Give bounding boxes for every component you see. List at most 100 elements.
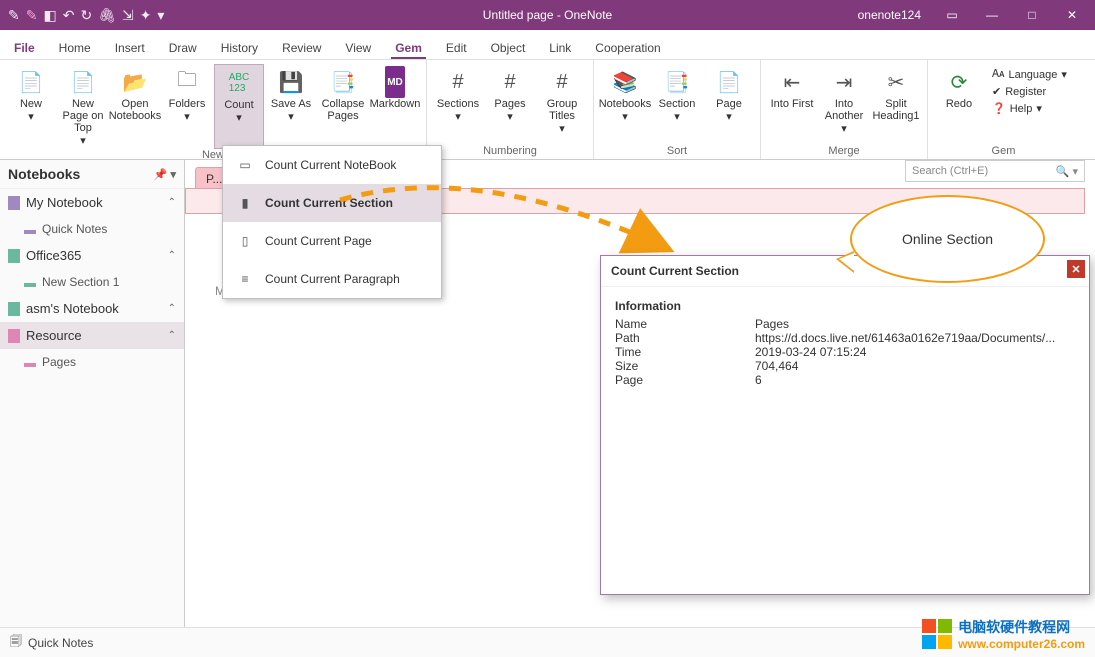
watermark-line2: www.computer26.com xyxy=(958,637,1085,651)
search-input[interactable]: Search (Ctrl+E) 🔍 ▾ xyxy=(905,160,1085,182)
count-paragraph-item[interactable]: ≡Count Current Paragraph xyxy=(223,260,441,298)
dialog-row: Size704,464 xyxy=(615,359,1075,373)
quick-notes-label[interactable]: Quick Notes xyxy=(28,636,93,650)
sort-page-button[interactable]: 📄Page▾ xyxy=(704,64,754,125)
group-titles-button[interactable]: #Group Titles▾ xyxy=(537,64,587,137)
ribbon-group-merge: ⇤Into First ⇥Into Another▾ ✂Split Headin… xyxy=(761,60,928,159)
tab-view[interactable]: View xyxy=(341,35,375,59)
dialog-row: Page6 xyxy=(615,373,1075,387)
into-another-button[interactable]: ⇥Into Another▾ xyxy=(819,64,869,137)
tab-gem[interactable]: Gem xyxy=(391,35,426,59)
page-icon: ▯ xyxy=(237,234,253,248)
ribbon-display-icon[interactable]: ▭ xyxy=(937,8,967,22)
split-heading1-button[interactable]: ✂Split Heading1 xyxy=(871,64,921,137)
open-notebooks-button[interactable]: 📂Open Notebooks xyxy=(110,64,160,149)
count-button[interactable]: ABC123Count▾ xyxy=(214,64,264,149)
count-notebook-item[interactable]: ▭Count Current NoteBook xyxy=(223,146,441,184)
notebook-item[interactable]: Pages xyxy=(0,349,184,375)
tab-insert[interactable]: Insert xyxy=(111,35,149,59)
chevron-up-icon[interactable]: ⌃ xyxy=(168,197,176,208)
title-bar: ✎ ✎ ◧ ↶ ↻ 🖇 ⇲ ✦ ▾ Untitled page - OneNot… xyxy=(0,0,1095,30)
new-button[interactable]: 📄New▾ xyxy=(6,64,56,149)
pin-icon[interactable]: 📌 ▾ xyxy=(154,168,176,181)
tab-link[interactable]: Link xyxy=(545,35,575,59)
collapse-pages-button[interactable]: 📑Collapse Pages xyxy=(318,64,368,149)
qat-highlighter-icon[interactable]: ✎ xyxy=(26,7,38,24)
close-icon[interactable]: ✕ xyxy=(1057,8,1087,22)
folders-button[interactable]: 🗀Folders▾ xyxy=(162,64,212,149)
quick-notes-icon[interactable]: 🗐 xyxy=(10,632,22,653)
dialog-row-key: Name xyxy=(615,317,755,331)
notebook-item-label: Office365 xyxy=(26,248,81,263)
paragraph-icon: ≡ xyxy=(237,272,253,286)
tab-edit[interactable]: Edit xyxy=(442,35,471,59)
dialog-row-key: Page xyxy=(615,373,755,387)
chevron-up-icon[interactable]: ⌃ xyxy=(168,330,176,341)
help-button[interactable]: ❓Help ▾ xyxy=(992,102,1067,115)
tab-object[interactable]: Object xyxy=(487,35,530,59)
qat-pen-icon[interactable]: ✎ xyxy=(8,7,20,24)
notebooks-panel: Notebooks 📌 ▾ My Notebook⌃Quick NotesOff… xyxy=(0,160,185,627)
redo-button[interactable]: ⟳Redo xyxy=(934,64,984,119)
notebook-item-label: Pages xyxy=(42,355,76,369)
markdown-button[interactable]: MDMarkdown xyxy=(370,64,420,149)
save-as-button[interactable]: 💾Save As▾ xyxy=(266,64,316,149)
notebook-color-icon xyxy=(8,329,20,343)
qat-refresh-icon[interactable]: ↻ xyxy=(80,7,92,24)
section-color-icon xyxy=(24,230,36,234)
dialog-info-header: Information xyxy=(615,299,1075,313)
tab-file[interactable]: File xyxy=(10,35,39,59)
tab-draw[interactable]: Draw xyxy=(165,35,201,59)
sort-notebooks-button[interactable]: 📚Notebooks▾ xyxy=(600,64,650,125)
dialog-row: Time2019-03-24 07:15:24 xyxy=(615,345,1075,359)
tab-history[interactable]: History xyxy=(217,35,262,59)
chevron-up-icon[interactable]: ⌃ xyxy=(168,250,176,261)
tab-cooperation[interactable]: Cooperation xyxy=(591,35,664,59)
callout: Online Section xyxy=(850,195,1045,283)
chevron-up-icon[interactable]: ⌃ xyxy=(168,303,176,314)
group-label-numbering: Numbering xyxy=(483,145,537,157)
qat-dock-icon[interactable]: ⇲ xyxy=(122,7,134,24)
count-dropdown: ▭Count Current NoteBook ▮Count Current S… xyxy=(222,145,442,299)
qat-eraser-icon[interactable]: ◧ xyxy=(43,7,56,24)
notebook-item-label: Resource xyxy=(26,328,82,343)
notebook-item[interactable]: Quick Notes xyxy=(0,216,184,242)
section-color-icon xyxy=(24,283,36,287)
register-button[interactable]: ✔Register xyxy=(992,85,1067,98)
notebook-item[interactable]: asm's Notebook⌃ xyxy=(0,295,184,322)
minimize-icon[interactable]: — xyxy=(977,8,1007,22)
count-page-item[interactable]: ▯Count Current Page xyxy=(223,222,441,260)
into-first-button[interactable]: ⇤Into First xyxy=(767,64,817,137)
qat-addin-icon[interactable]: ✦ xyxy=(140,7,152,24)
user-label[interactable]: onenote124 xyxy=(858,8,921,22)
dialog-row-value: 704,464 xyxy=(755,359,1075,373)
notebook-item-label: My Notebook xyxy=(26,195,103,210)
count-section-item[interactable]: ▮Count Current Section xyxy=(223,184,441,222)
new-page-top-button[interactable]: 📄New Page on Top▾ xyxy=(58,64,108,149)
callout-text: Online Section xyxy=(902,231,993,247)
notebook-item[interactable]: Office365 ⌃ xyxy=(0,242,184,269)
dialog-close-button[interactable]: ✕ xyxy=(1067,260,1085,278)
language-button[interactable]: 🗛Language ▾ xyxy=(992,68,1067,81)
watermark-line1: 电脑软硬件教程网 xyxy=(958,617,1085,637)
dialog-row-key: Size xyxy=(615,359,755,373)
quick-access-toolbar: ✎ ✎ ◧ ↶ ↻ 🖇 ⇲ ✦ ▾ xyxy=(0,7,164,24)
qat-attach-icon[interactable]: 🖇 xyxy=(98,7,116,24)
language-icon: 🗛 xyxy=(992,68,1004,81)
group-label-sort: Sort xyxy=(667,145,687,157)
tab-review[interactable]: Review xyxy=(278,35,325,59)
register-icon: ✔ xyxy=(992,85,1001,98)
notebook-item[interactable]: New Section 1 xyxy=(0,269,184,295)
sort-section-button[interactable]: 📑Section▾ xyxy=(652,64,702,125)
notebook-item[interactable]: Resource ⌃ xyxy=(0,322,184,349)
tab-home[interactable]: Home xyxy=(55,35,95,59)
notebook-color-icon xyxy=(8,302,20,316)
pages-button[interactable]: #Pages▾ xyxy=(485,64,535,137)
qat-undo-icon[interactable]: ↶ xyxy=(63,7,75,24)
sections-button[interactable]: #Sections▾ xyxy=(433,64,483,137)
maximize-icon[interactable]: □ xyxy=(1017,8,1047,22)
qat-dropdown-icon[interactable]: ▾ xyxy=(157,7,164,24)
notebook-item[interactable]: My Notebook ⌃ xyxy=(0,189,184,216)
notebook-item-label: Quick Notes xyxy=(42,222,107,236)
watermark: 电脑软硬件教程网 www.computer26.com xyxy=(922,617,1085,651)
